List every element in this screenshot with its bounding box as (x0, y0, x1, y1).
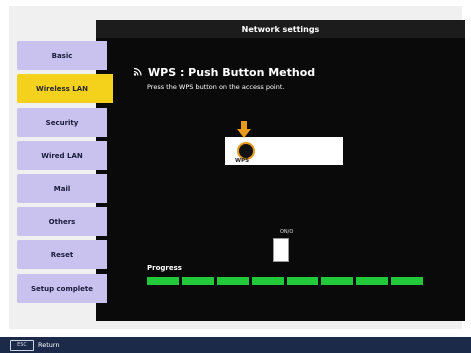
progress-segment (286, 277, 319, 285)
tab-wireless-lan[interactable]: Wireless LAN (17, 74, 113, 103)
tab-label: Security (45, 118, 79, 127)
tab-mail[interactable]: Mail (17, 174, 107, 203)
progress-label: Progress (147, 264, 182, 272)
tab-others[interactable]: Others (17, 207, 107, 236)
tab-label: Mail (53, 184, 71, 193)
progress-segment (321, 277, 354, 285)
tab-label: Basic (51, 51, 73, 60)
progress-segment (251, 277, 284, 285)
wireless-icon (133, 66, 144, 79)
device-label: ON/O (280, 229, 294, 235)
tab-label: Reset (50, 250, 74, 259)
progress-segment (181, 277, 214, 285)
tab-label: Setup complete (30, 284, 94, 293)
tab-label: Wireless LAN (36, 84, 88, 93)
tab-reset[interactable]: Reset (17, 240, 107, 269)
instruction-text: Press the WPS button on the access point… (147, 83, 285, 91)
progress-segment (216, 277, 249, 285)
esc-key-button[interactable]: ESC (10, 339, 34, 351)
heading-text: WPS : Push Button Method (148, 66, 316, 79)
tab-setup-complete[interactable]: Setup complete (17, 274, 107, 303)
window-title: Network settings (96, 20, 465, 38)
esc-key-label: ESC (17, 342, 27, 348)
tab-basic[interactable]: Basic (17, 41, 107, 70)
device-illustration (273, 238, 289, 262)
wps-label: WPS (235, 158, 250, 164)
arrow-down-icon (237, 121, 251, 143)
page-heading: WPS : Push Button Method (133, 66, 315, 79)
tab-security[interactable]: Security (17, 108, 107, 137)
progress-segment (356, 277, 389, 285)
tab-wired-lan[interactable]: Wired LAN (17, 141, 107, 170)
return-label: Return (38, 341, 60, 349)
progress-segment (147, 277, 179, 285)
progress-segment (391, 277, 423, 285)
progress-bar (147, 277, 423, 285)
footer-bar: ESC Return (0, 337, 471, 353)
tab-label: Wired LAN (41, 151, 83, 160)
tab-label: Others (48, 217, 76, 226)
